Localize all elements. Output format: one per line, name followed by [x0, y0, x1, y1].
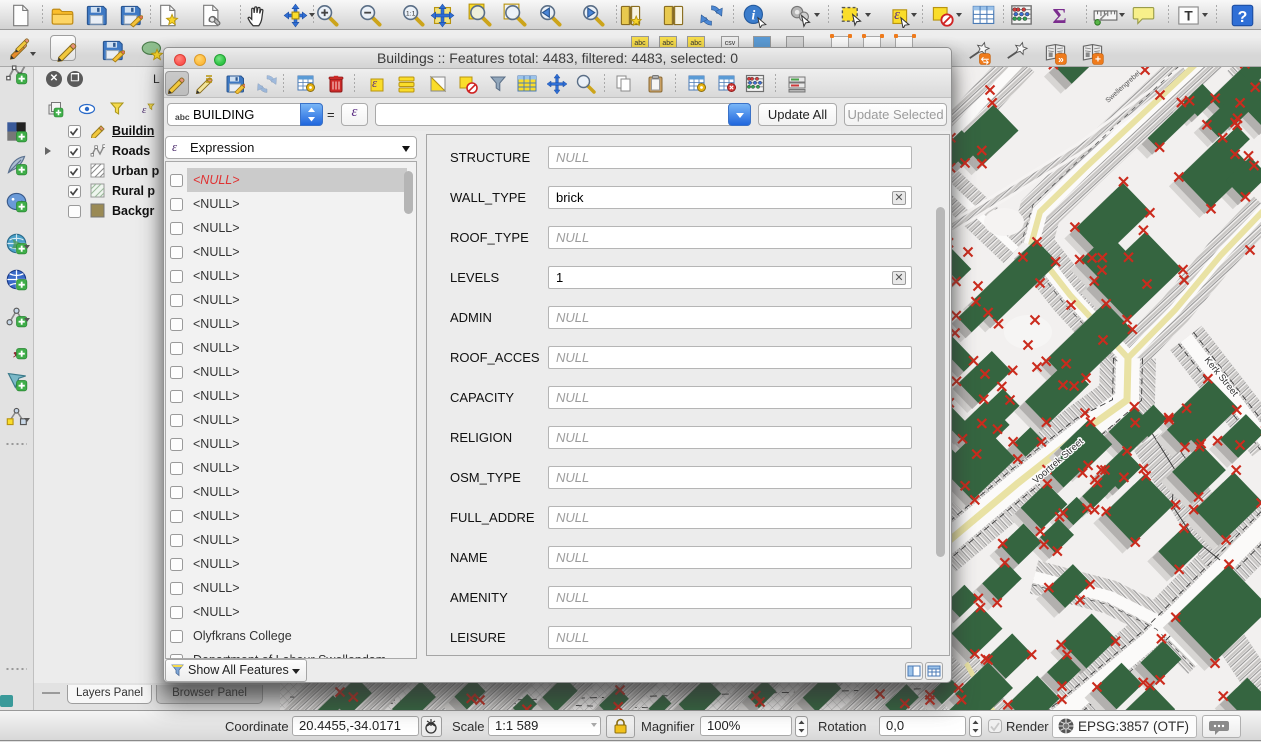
svg-text:T: T	[1184, 9, 1193, 24]
svg-text:ε: ε	[894, 7, 900, 23]
svg-text:ε: ε	[142, 104, 147, 116]
svg-text:ε: ε	[372, 75, 378, 90]
svg-text:?: ?	[1238, 9, 1248, 26]
svg-text:1:1: 1:1	[406, 11, 416, 18]
svg-text:»: »	[1058, 54, 1064, 65]
svg-text:Σ: Σ	[1052, 4, 1066, 28]
svg-text:⥃: ⥃	[981, 54, 989, 65]
svg-text:+: +	[1095, 54, 1101, 65]
svg-text:i: i	[751, 7, 755, 22]
